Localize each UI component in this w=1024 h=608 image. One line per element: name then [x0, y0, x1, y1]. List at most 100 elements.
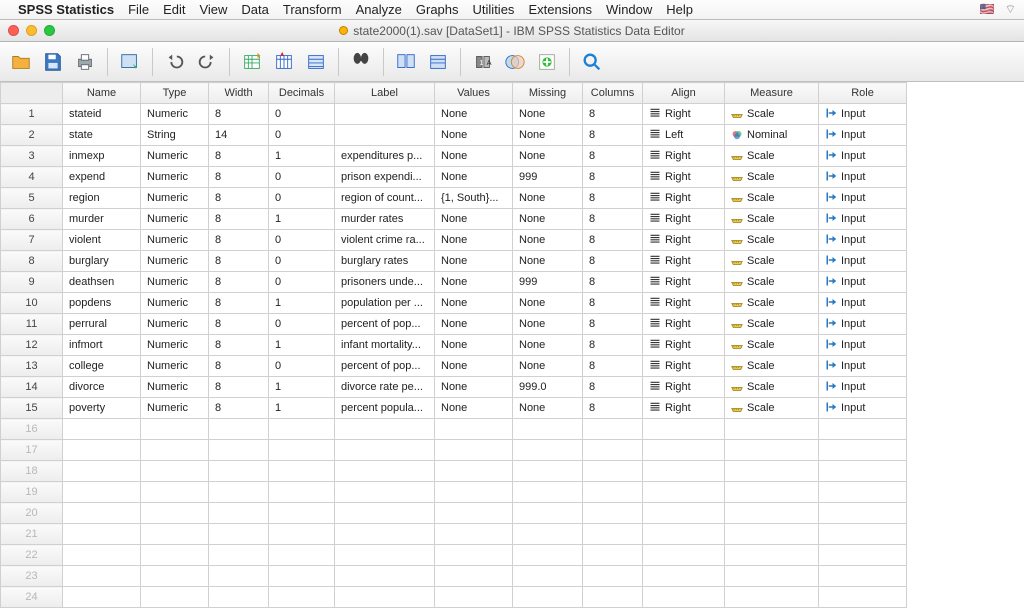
variable-row[interactable]: 6murderNumeric81murder ratesNoneNone8Rig… — [1, 209, 907, 230]
menu-view[interactable]: View — [199, 2, 227, 17]
empty-cell[interactable] — [435, 503, 513, 524]
cell-values[interactable]: {1, South}... — [435, 188, 513, 209]
cell-values[interactable]: None — [435, 146, 513, 167]
row-number[interactable]: 1 — [1, 104, 63, 125]
menu-data[interactable]: Data — [241, 2, 268, 17]
empty-cell[interactable] — [269, 524, 335, 545]
cell-name[interactable]: stateid — [63, 104, 141, 125]
row-number[interactable]: 5 — [1, 188, 63, 209]
variable-row[interactable]: 9deathsenNumeric80prisoners unde...None9… — [1, 272, 907, 293]
cell-width[interactable]: 8 — [209, 314, 269, 335]
empty-cell[interactable] — [819, 482, 907, 503]
cell-cols[interactable]: 8 — [583, 335, 643, 356]
save-button[interactable] — [38, 47, 68, 77]
row-number[interactable]: 14 — [1, 377, 63, 398]
empty-cell[interactable] — [335, 503, 435, 524]
empty-cell[interactable] — [335, 524, 435, 545]
empty-cell[interactable] — [725, 482, 819, 503]
empty-cell[interactable] — [335, 482, 435, 503]
cell-align[interactable]: Left — [643, 125, 725, 146]
cell-cols[interactable]: 8 — [583, 167, 643, 188]
column-header-type[interactable]: Type — [141, 83, 209, 104]
menu-extensions[interactable]: Extensions — [528, 2, 592, 17]
column-header-label[interactable]: Label — [335, 83, 435, 104]
empty-cell[interactable] — [209, 461, 269, 482]
cell-name[interactable]: burglary — [63, 251, 141, 272]
row-number[interactable]: 7 — [1, 230, 63, 251]
cell-dec[interactable]: 0 — [269, 188, 335, 209]
cell-dec[interactable]: 1 — [269, 146, 335, 167]
empty-cell[interactable] — [335, 566, 435, 587]
variable-row[interactable]: 7violentNumeric80violent crime ra...None… — [1, 230, 907, 251]
empty-cell[interactable] — [209, 419, 269, 440]
empty-cell[interactable] — [725, 419, 819, 440]
cell-measure[interactable]: Scale — [725, 398, 819, 419]
cell-measure[interactable]: Scale — [725, 104, 819, 125]
empty-cell[interactable] — [209, 440, 269, 461]
cell-align[interactable]: Right — [643, 230, 725, 251]
menu-file[interactable]: File — [128, 2, 149, 17]
empty-cell[interactable] — [513, 545, 583, 566]
row-number[interactable]: 13 — [1, 356, 63, 377]
empty-cell[interactable] — [141, 545, 209, 566]
column-header-name[interactable]: Name — [63, 83, 141, 104]
cell-align[interactable]: Right — [643, 314, 725, 335]
empty-cell[interactable] — [209, 566, 269, 587]
empty-cell[interactable] — [583, 440, 643, 461]
cell-width[interactable]: 8 — [209, 251, 269, 272]
empty-row[interactable]: 18 — [1, 461, 907, 482]
empty-cell[interactable] — [63, 482, 141, 503]
empty-cell[interactable] — [435, 482, 513, 503]
menu-graphs[interactable]: Graphs — [416, 2, 459, 17]
empty-cell[interactable] — [819, 545, 907, 566]
empty-cell[interactable] — [725, 461, 819, 482]
variable-row[interactable]: 8burglaryNumeric80burglary ratesNoneNone… — [1, 251, 907, 272]
cell-role[interactable]: Input — [819, 251, 907, 272]
variable-row[interactable]: 1stateidNumeric80NoneNone8RightScaleInpu… — [1, 104, 907, 125]
empty-cell[interactable] — [209, 545, 269, 566]
use-sets-button[interactable] — [532, 47, 562, 77]
cell-values[interactable]: None — [435, 377, 513, 398]
cell-name[interactable]: inmexp — [63, 146, 141, 167]
empty-cell[interactable] — [819, 419, 907, 440]
cell-role[interactable]: Input — [819, 398, 907, 419]
row-number[interactable]: 18 — [1, 461, 63, 482]
cell-width[interactable]: 8 — [209, 335, 269, 356]
cell-align[interactable]: Right — [643, 104, 725, 125]
cell-type[interactable]: Numeric — [141, 398, 209, 419]
cell-missing[interactable]: None — [513, 188, 583, 209]
row-number[interactable]: 17 — [1, 440, 63, 461]
empty-cell[interactable] — [63, 440, 141, 461]
empty-cell[interactable] — [643, 440, 725, 461]
variable-view-grid[interactable]: NameTypeWidthDecimalsLabelValuesMissingC… — [0, 82, 1024, 608]
bluetooth-icon[interactable]: ⌔ — [1005, 2, 1016, 17]
cell-width[interactable]: 8 — [209, 188, 269, 209]
cell-align[interactable]: Right — [643, 209, 725, 230]
cell-cols[interactable]: 8 — [583, 251, 643, 272]
cell-width[interactable]: 8 — [209, 167, 269, 188]
cell-dec[interactable]: 0 — [269, 167, 335, 188]
cell-missing[interactable]: None — [513, 251, 583, 272]
empty-cell[interactable] — [513, 566, 583, 587]
cell-type[interactable]: Numeric — [141, 377, 209, 398]
cell-role[interactable]: Input — [819, 314, 907, 335]
cell-role[interactable]: Input — [819, 377, 907, 398]
cell-missing[interactable]: None — [513, 335, 583, 356]
cell-values[interactable]: None — [435, 167, 513, 188]
cell-role[interactable]: Input — [819, 167, 907, 188]
cell-missing[interactable]: None — [513, 104, 583, 125]
empty-cell[interactable] — [335, 587, 435, 608]
variable-row[interactable]: 3inmexpNumeric81expenditures p...NoneNon… — [1, 146, 907, 167]
empty-cell[interactable] — [725, 587, 819, 608]
cell-align[interactable]: Right — [643, 398, 725, 419]
empty-cell[interactable] — [583, 503, 643, 524]
recall-dialog-button[interactable] — [115, 47, 145, 77]
empty-cell[interactable] — [209, 524, 269, 545]
empty-cell[interactable] — [583, 587, 643, 608]
cell-type[interactable]: Numeric — [141, 335, 209, 356]
empty-cell[interactable] — [513, 482, 583, 503]
column-header-columns[interactable]: Columns — [583, 83, 643, 104]
cell-measure[interactable]: Scale — [725, 293, 819, 314]
cell-role[interactable]: Input — [819, 230, 907, 251]
cell-name[interactable]: college — [63, 356, 141, 377]
